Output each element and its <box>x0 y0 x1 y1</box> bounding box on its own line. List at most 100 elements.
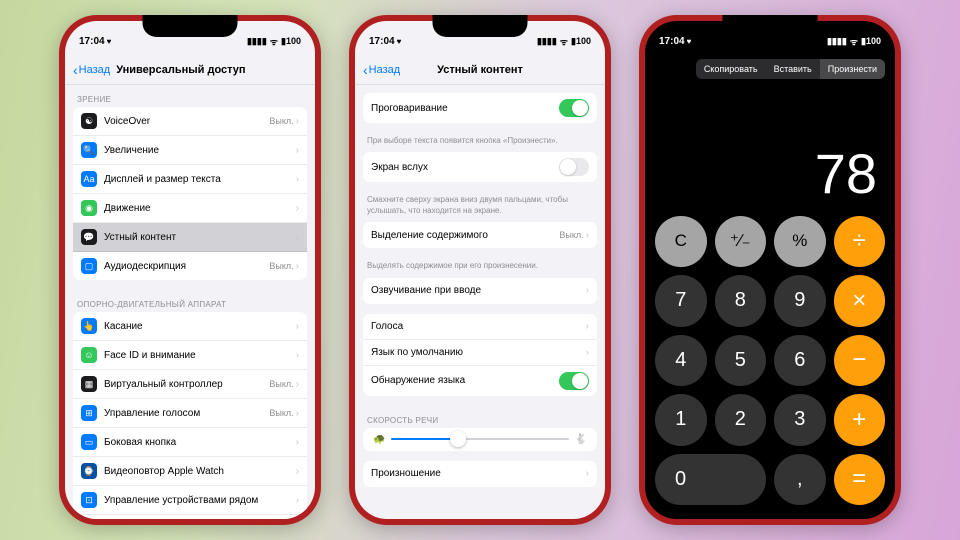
phone-spoken-content: 17:04♥ ▮▮▮▮ᯤ▮100 ‹Назад Устный контент П… <box>349 15 611 525</box>
slider-thumb[interactable] <box>450 431 466 447</box>
back-button[interactable]: ‹Назад <box>363 62 400 78</box>
calculator-keypad: C ⁺∕₋ % ÷ 7 8 9 × 4 5 6 − 1 2 3 + 0 , = <box>645 216 895 520</box>
settings-row[interactable]: ⌚Видеоповтор Apple Watch› <box>73 457 307 486</box>
row-icon: ☯ <box>81 113 97 129</box>
chevron-right-icon: › <box>296 350 299 361</box>
heart-icon: ♥ <box>107 37 112 46</box>
settings-row[interactable]: 💬Устный контент› <box>73 223 307 252</box>
speech-rate-slider[interactable]: 🐢 🐇 <box>363 428 597 451</box>
navbar: ‹Назад Универсальный доступ <box>65 55 315 85</box>
row-speak-screen[interactable]: Экран вслух <box>363 152 597 182</box>
settings-row[interactable]: ⊞Управление голосомВыкл.› <box>73 399 307 428</box>
chevron-right-icon: › <box>296 203 299 214</box>
context-menu: Скопировать Вставить Произнести <box>645 55 895 79</box>
chevron-right-icon: › <box>296 466 299 477</box>
chevron-right-icon: › <box>296 174 299 185</box>
settings-row[interactable]: ⊡Управление устройствами рядом› <box>73 486 307 515</box>
turtle-icon: 🐢 <box>373 434 385 445</box>
settings-row[interactable]: ▯Пульт Apple TV› <box>73 515 307 519</box>
calc-3[interactable]: 3 <box>774 394 826 446</box>
chevron-right-icon: › <box>296 321 299 332</box>
calc-decimal[interactable]: , <box>774 454 826 506</box>
chevron-right-icon: › <box>296 379 299 390</box>
chevron-right-icon: › <box>296 437 299 448</box>
row-highlight-content[interactable]: Выделение содержимого Выкл. › <box>363 222 597 248</box>
calc-add[interactable]: + <box>834 394 886 446</box>
calc-9[interactable]: 9 <box>774 275 826 327</box>
calc-4[interactable]: 4 <box>655 335 707 387</box>
calc-subtract[interactable]: − <box>834 335 886 387</box>
settings-row[interactable]: 👆Касание› <box>73 312 307 341</box>
row-icon: ▦ <box>81 376 97 392</box>
calc-clear[interactable]: C <box>655 216 707 268</box>
chevron-right-icon: › <box>296 116 299 127</box>
row-detect-language[interactable]: Обнаружение языка <box>363 366 597 396</box>
row-icon: 🔍 <box>81 142 97 158</box>
calc-8[interactable]: 8 <box>715 275 767 327</box>
chevron-right-icon: › <box>586 321 589 332</box>
row-label: Аудиодескрипция <box>104 261 269 272</box>
toggle-speak-selection[interactable] <box>559 99 589 117</box>
page-title: Универсальный доступ <box>116 64 245 76</box>
row-value: Выкл. <box>269 408 293 418</box>
section-header-vision: ЗРЕНИЕ <box>65 85 315 107</box>
vision-group: ☯VoiceOverВыкл.›🔍Увеличение›AaДисплей и … <box>73 107 307 280</box>
chevron-right-icon: › <box>296 408 299 419</box>
toggle-speak-screen[interactable] <box>559 158 589 176</box>
settings-row[interactable]: ▦Виртуальный контроллерВыкл.› <box>73 370 307 399</box>
row-value: Выкл. <box>269 261 293 271</box>
calc-equals[interactable]: = <box>834 454 886 506</box>
calc-2[interactable]: 2 <box>715 394 767 446</box>
calc-6[interactable]: 6 <box>774 335 826 387</box>
heart-icon: ♥ <box>397 37 402 46</box>
motor-group: 👆Касание›☺Face ID и внимание› ▦ Виртуальны… <box>73 312 307 519</box>
calc-sign[interactable]: ⁺∕₋ <box>715 216 767 268</box>
row-pronunciation[interactable]: Произношение › <box>363 461 597 487</box>
wifi-icon: ᯤ <box>270 35 278 48</box>
settings-row[interactable]: Aa Дисплей и размер текста› <box>73 165 307 194</box>
calc-0[interactable]: 0 <box>655 454 766 506</box>
settings-row[interactable]: ☯ VoiceOverВыкл.› <box>73 107 307 136</box>
notch <box>433 15 528 37</box>
row-label: Касание <box>104 321 296 332</box>
calc-percent[interactable]: % <box>774 216 826 268</box>
phone-calculator: 17:04♥ ▮▮▮▮ᯤ▮100 Скопировать Вставить Пр… <box>639 15 901 525</box>
notch <box>723 15 818 37</box>
row-icon: Aa <box>81 171 97 187</box>
menu-paste[interactable]: Вставить <box>766 59 820 79</box>
chevron-right-icon: › <box>586 285 589 296</box>
menu-speak[interactable]: Произнести <box>820 59 885 79</box>
settings-content[interactable]: Проговаривание При выборе текста появитс… <box>355 85 605 519</box>
row-value: Выкл. <box>269 116 293 126</box>
calculator-display[interactable]: 78 <box>645 79 895 216</box>
calc-multiply[interactable]: × <box>834 275 886 327</box>
settings-row[interactable]: 🔍Увеличение› <box>73 136 307 165</box>
row-default-language[interactable]: Язык по умолчанию › <box>363 340 597 366</box>
settings-row[interactable]: ▭Боковая кнопка› <box>73 428 307 457</box>
settings-row[interactable]: ◉Движение› <box>73 194 307 223</box>
notch <box>143 15 238 37</box>
row-icon: ▢ <box>81 258 97 274</box>
wifi-icon: ᯤ <box>850 35 858 48</box>
row-speak-selection[interactable]: Проговаривание <box>363 93 597 123</box>
row-typing-feedback[interactable]: Озвучивание при вводе › <box>363 278 597 304</box>
calc-5[interactable]: 5 <box>715 335 767 387</box>
row-label: Виртуальный контроллер <box>104 379 269 390</box>
calc-1[interactable]: 1 <box>655 394 707 446</box>
settings-row[interactable]: ☺Face ID и внимание› <box>73 341 307 370</box>
row-label: Дисплей и размер текста <box>104 174 296 185</box>
row-label: Управление устройствами рядом <box>104 495 296 506</box>
row-label: Увеличение <box>104 145 296 156</box>
row-voices[interactable]: Голоса › <box>363 314 597 340</box>
toggle-detect-language[interactable] <box>559 372 589 390</box>
battery-icon: ▮100 <box>281 36 301 47</box>
row-label: VoiceOver <box>104 116 269 127</box>
chevron-right-icon: › <box>296 495 299 506</box>
calc-divide[interactable]: ÷ <box>834 216 886 268</box>
settings-row[interactable]: ▢АудиодескрипцияВыкл.› <box>73 252 307 280</box>
note: При выборе текста появится кнопка «Произ… <box>355 133 605 152</box>
menu-copy[interactable]: Скопировать <box>696 59 766 79</box>
calc-7[interactable]: 7 <box>655 275 707 327</box>
back-button[interactable]: ‹Назад <box>73 62 110 78</box>
settings-content[interactable]: ЗРЕНИЕ ☯VoiceOverВыкл.›🔍Увеличение›AaДис… <box>65 85 315 519</box>
